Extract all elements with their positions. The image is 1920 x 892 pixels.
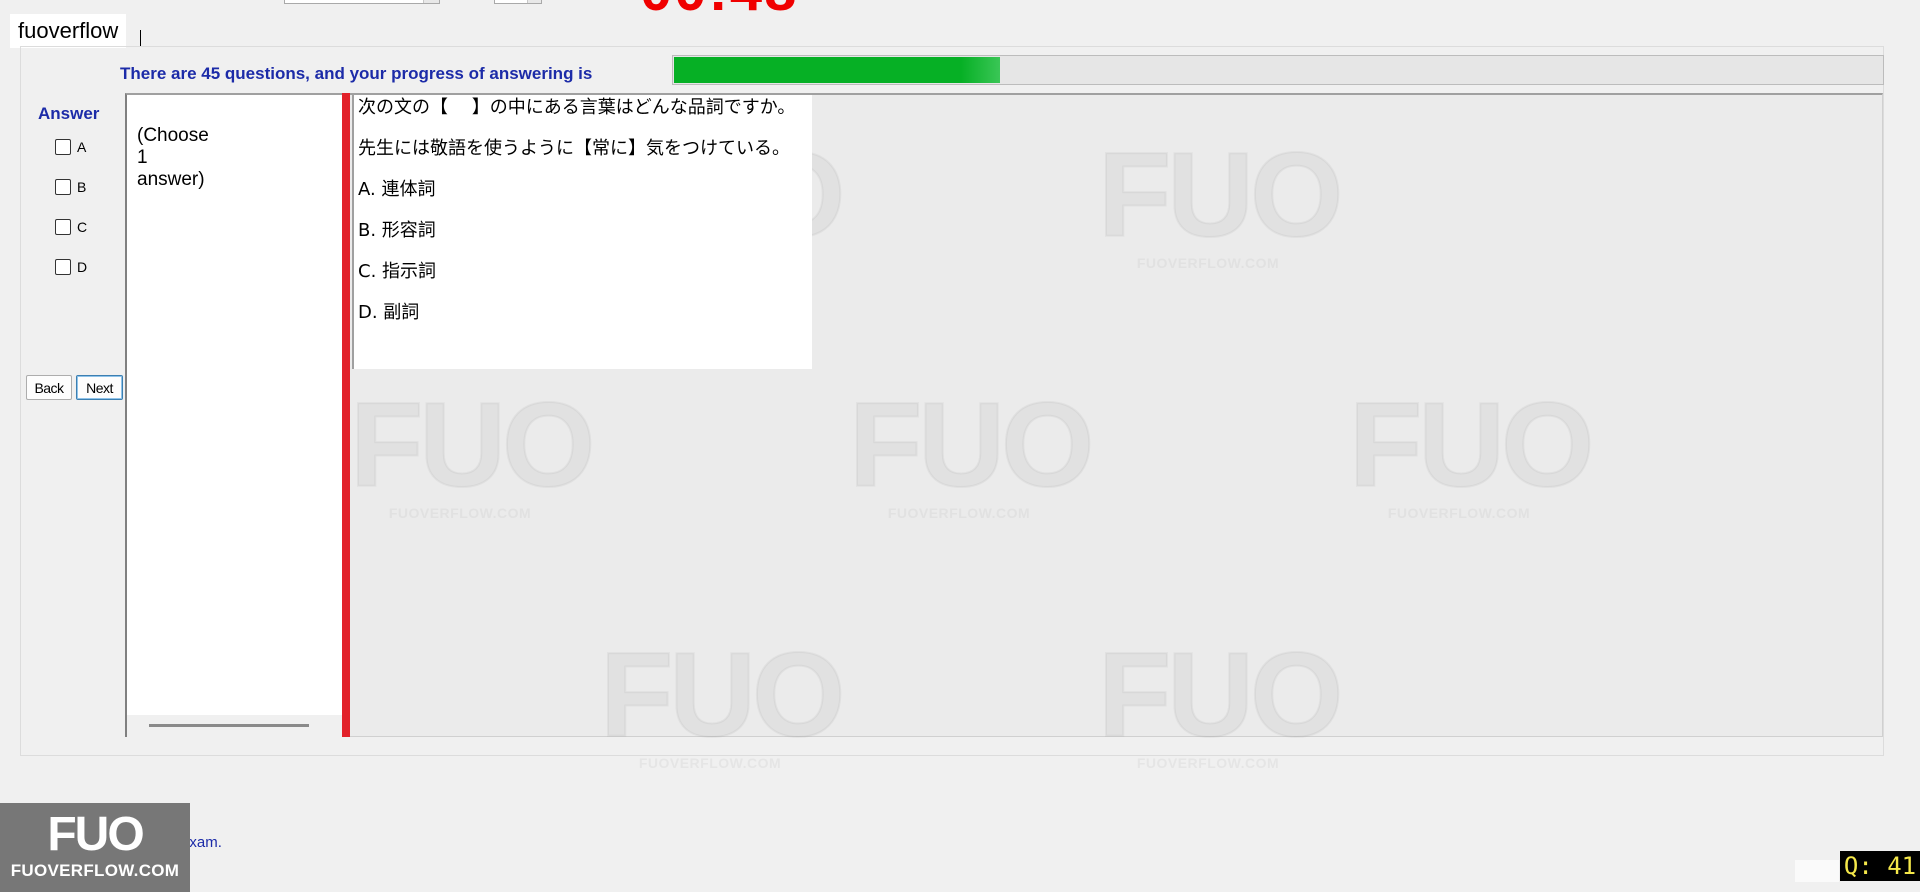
choose-instruction-panel: (Choose 1 answer) — [125, 93, 343, 737]
question-option-b: B. 形容詞 — [358, 220, 436, 241]
logo-mark: FUO — [47, 808, 144, 861]
watermark: FUOFUOVERFLOW.COM — [848, 378, 1095, 521]
question-prompt: 次の文の【 】の中にある言葉はどんな品詞ですか。 — [358, 97, 796, 118]
answer-checkbox-a[interactable] — [55, 139, 71, 155]
panel-splitter[interactable] — [342, 93, 350, 737]
answer-option-c-label: C — [77, 219, 88, 235]
watermark: FUOFUOVERFLOW.COM — [1348, 378, 1595, 521]
answer-option-c[interactable]: C — [55, 219, 87, 235]
question-box: 次の文の【 】の中にある言葉はどんな品詞ですか。 先生には敬語を使うように【常に… — [352, 95, 812, 369]
next-button[interactable]: Next — [76, 375, 123, 400]
spinbox-arrow-icon[interactable] — [527, 0, 541, 3]
choose-instruction: (Choose 1 answer) — [137, 125, 237, 191]
choose-line-1: (Choose — [137, 125, 209, 146]
question-option-c: C. 指示詞 — [358, 261, 437, 282]
brand-label: fuoverflow — [10, 14, 127, 48]
answer-option-b[interactable]: B — [55, 179, 86, 195]
choose-line-3: answer) — [137, 169, 205, 190]
answer-option-b-label: B — [77, 179, 87, 195]
answer-title: Answer — [38, 104, 100, 123]
horizontal-scrollbar[interactable] — [127, 715, 343, 737]
status-area — [1795, 860, 1839, 882]
question-content-panel: FUO FUOVERFLOW.COM FUO FUOVERFLOW.COM FUO F… — [349, 93, 1883, 771]
question-counter: Q: 41 — [1840, 851, 1920, 881]
back-button[interactable]: Back — [26, 375, 72, 400]
scrollbar-thumb[interactable] — [149, 724, 309, 727]
text-caret — [140, 30, 141, 46]
watermark: FUOFUOVERFLOW.COM — [349, 378, 596, 521]
combobox-arrow-icon[interactable] — [423, 0, 439, 3]
choose-line-2: 1 — [137, 147, 148, 168]
answer-option-a-label: A — [77, 139, 87, 155]
top-spinbox[interactable] — [494, 0, 542, 4]
fuoverflow-logo: FUO FUOVERFLOW.COM — [0, 803, 190, 892]
question-option-d: D. 副詞 — [358, 302, 420, 323]
watermark: FUOFUOVERFLOW.COM — [1097, 128, 1344, 271]
progress-bar — [672, 55, 1884, 85]
answer-option-d[interactable]: D — [55, 259, 87, 275]
answer-option-d-label: D — [77, 259, 88, 275]
question-sentence: 先生には敬語を使うように【常に】気をつけている。 — [358, 138, 790, 159]
progress-bar-fill — [674, 57, 1001, 83]
answer-checkbox-c[interactable] — [55, 219, 71, 235]
countdown-timer: 00:48 — [640, 0, 798, 20]
top-combobox[interactable] — [284, 0, 440, 4]
answer-checkbox-b[interactable] — [55, 179, 71, 195]
logo-text: FUOVERFLOW.COM — [10, 861, 180, 880]
answer-option-a[interactable]: A — [55, 139, 86, 155]
question-option-a: A. 連体詞 — [358, 179, 436, 200]
progress-text: There are 45 questions, and your progres… — [120, 64, 593, 83]
answer-checkbox-d[interactable] — [55, 259, 71, 275]
